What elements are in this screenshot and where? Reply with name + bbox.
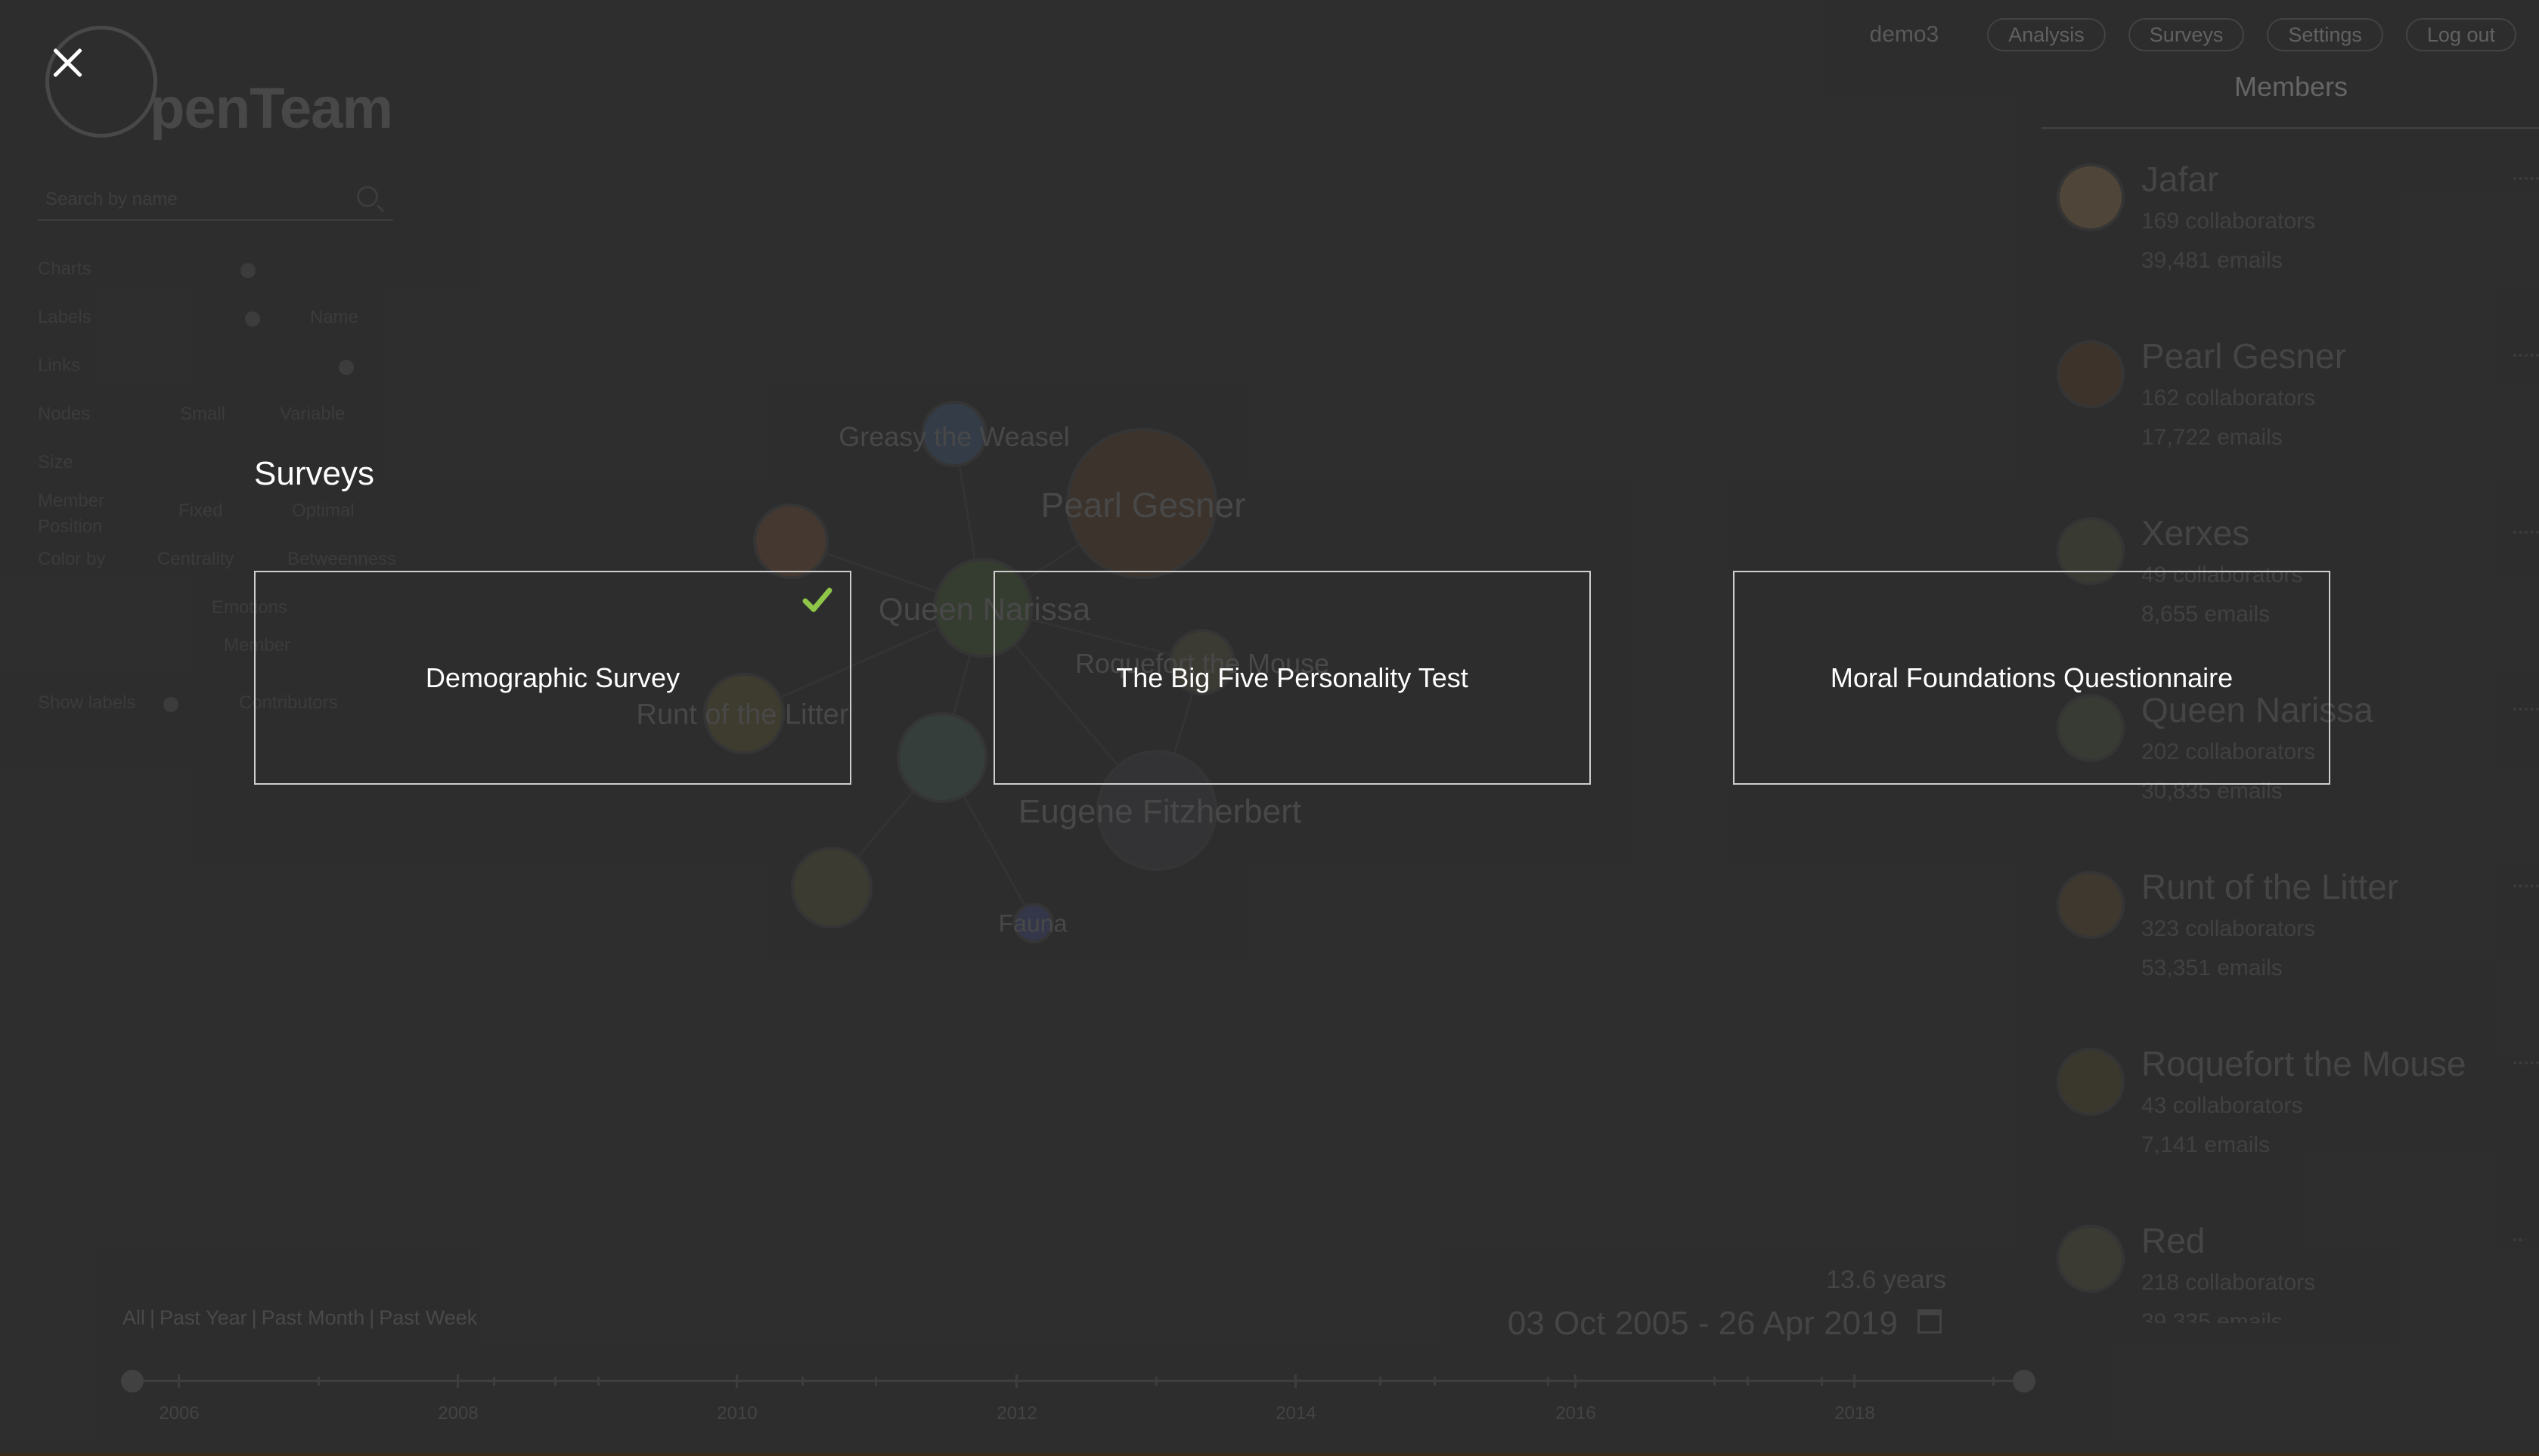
surveys-modal-overlay: Surveys Demographic Survey The Big Five … <box>0 0 2539 1453</box>
bottom-strip <box>0 1453 2539 1456</box>
survey-card-big-five[interactable]: The Big Five Personality Test <box>994 571 1591 785</box>
modal-title: Surveys <box>254 455 374 492</box>
survey-card-moral-foundations[interactable]: Moral Foundations Questionnaire <box>1733 571 2330 785</box>
survey-card-label: Demographic Survey <box>425 661 680 693</box>
close-icon[interactable] <box>50 45 85 80</box>
survey-card-label: Moral Foundations Questionnaire <box>1830 661 2234 693</box>
survey-card-label: The Big Five Personality Test <box>1116 661 1468 693</box>
check-icon <box>802 587 832 612</box>
survey-card-demographic[interactable]: Demographic Survey <box>254 571 851 785</box>
